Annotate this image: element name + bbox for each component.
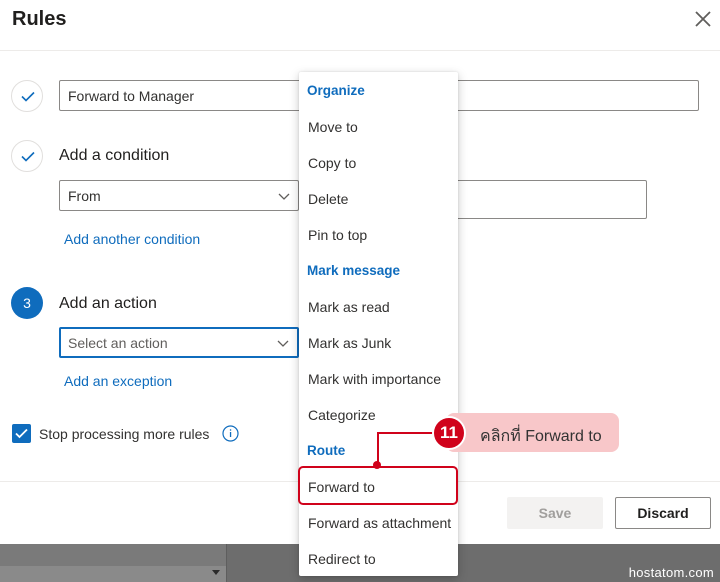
discard-button[interactable]: Discard <box>615 497 711 529</box>
condition-select[interactable]: From <box>59 180 299 211</box>
menu-item-pin-to-top[interactable]: Pin to top <box>308 227 367 243</box>
condition-value-input[interactable] <box>440 180 647 219</box>
menu-item-mark-as-read[interactable]: Mark as read <box>308 299 390 315</box>
menu-header-mark-message: Mark message <box>307 263 401 278</box>
info-icon[interactable] <box>222 425 239 442</box>
checkmark-icon <box>15 428 28 439</box>
background-scrollbar <box>0 566 226 582</box>
chevron-down-icon <box>278 193 290 200</box>
callout-connector-horizontal <box>377 432 433 434</box>
step-1-check <box>11 80 43 112</box>
menu-item-move-to[interactable]: Move to <box>308 119 358 135</box>
add-another-condition-link[interactable]: Add another condition <box>64 231 200 247</box>
action-select-placeholder: Select an action <box>68 334 168 351</box>
callout-step-badge: 11 <box>432 416 466 450</box>
dialog-title: Rules <box>12 8 67 30</box>
chevron-down-icon <box>277 340 289 347</box>
watermark: hostatom.com <box>628 565 714 580</box>
add-condition-label: Add a condition <box>59 147 170 164</box>
scroll-down-arrow-icon <box>212 570 220 575</box>
close-icon[interactable] <box>692 8 714 30</box>
rule-name-value: Forward to Manager <box>68 87 195 104</box>
menu-item-categorize[interactable]: Categorize <box>308 407 376 423</box>
menu-item-copy-to[interactable]: Copy to <box>308 155 356 171</box>
step-3-badge: 3 <box>11 287 43 319</box>
condition-select-value: From <box>68 187 101 204</box>
menu-item-redirect-to[interactable]: Redirect to <box>308 551 376 567</box>
save-button[interactable]: Save <box>507 497 603 529</box>
header-divider <box>0 50 720 51</box>
checkmark-icon <box>21 91 35 102</box>
forward-to-highlight <box>298 466 458 505</box>
action-select[interactable]: Select an action <box>59 327 299 358</box>
menu-header-route: Route <box>307 443 346 458</box>
menu-header-organize: Organize <box>307 83 365 98</box>
menu-item-mark-with-importance[interactable]: Mark with importance <box>308 371 441 387</box>
menu-item-forward-as-attachment[interactable]: Forward as attachment <box>308 515 451 531</box>
checkmark-icon <box>21 151 35 162</box>
step-2-check <box>11 140 43 172</box>
stop-processing-checkbox[interactable] <box>12 424 31 443</box>
add-exception-link[interactable]: Add an exception <box>64 373 172 389</box>
stop-processing-label: Stop processing more rules <box>39 426 210 442</box>
add-action-label: Add an action <box>59 295 157 312</box>
callout-pointer-dot <box>373 461 381 469</box>
menu-item-delete[interactable]: Delete <box>308 191 348 207</box>
callout-text: คลิกที่ Forward to <box>480 428 602 445</box>
menu-item-mark-as-junk[interactable]: Mark as Junk <box>308 335 391 351</box>
